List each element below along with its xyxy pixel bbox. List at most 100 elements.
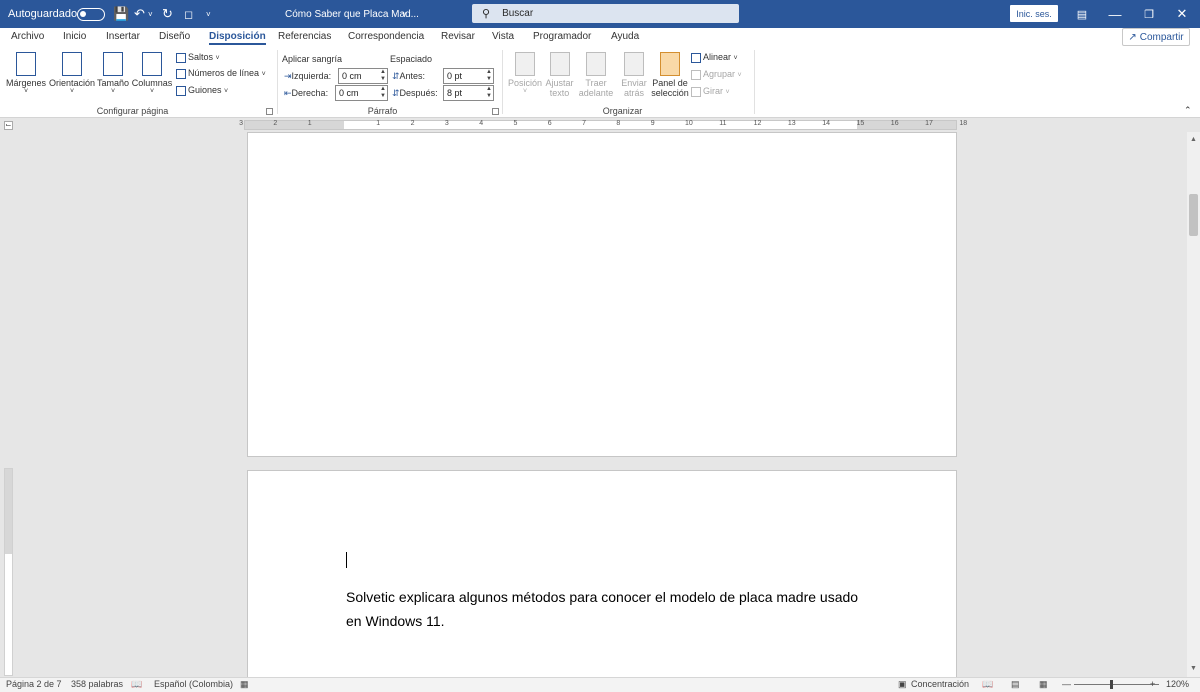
presentation-icon[interactable]: ◻: [184, 0, 193, 28]
print-layout-icon[interactable]: ▤: [1011, 679, 1020, 690]
indent-left-input[interactable]: 0 cm ▲ ▼: [338, 68, 388, 84]
spacing-before-input[interactable]: 0 pt ▲ ▼: [443, 68, 494, 84]
ruler-number: 18: [959, 120, 968, 127]
undo-icon[interactable]: ↶: [134, 0, 145, 28]
spinner-arrows-icon[interactable]: ▲ ▼: [380, 86, 386, 100]
focus-icon[interactable]: ▣: [898, 679, 907, 690]
undo-dropdown-icon[interactable]: ˅: [148, 0, 153, 28]
spacing-after-value: 8 pt: [447, 88, 463, 98]
spacing-after-input[interactable]: 8 pt ▲ ▼: [443, 85, 494, 101]
send-backward-button[interactable]: Enviar atrás: [617, 52, 651, 98]
tab-archivo[interactable]: Archivo: [11, 31, 44, 42]
restore-icon[interactable]: ❐: [1134, 0, 1164, 28]
margins-label: Márgenes: [6, 78, 47, 88]
document-paragraph[interactable]: Solvetic explicara algunos métodos para …: [346, 585, 876, 633]
breaks-button[interactable]: Saltos ˅: [176, 52, 220, 63]
chevron-down-icon: ˅: [733, 55, 738, 62]
tab-disposicion[interactable]: Disposición: [209, 31, 266, 45]
orientation-button[interactable]: Orientación ˅: [48, 52, 96, 95]
size-icon: [103, 52, 123, 76]
spacing-before-icon: ⇵: [392, 71, 400, 81]
wrap-text-label-1: Ajustar: [545, 78, 574, 88]
hyphenation-button[interactable]: Guiones ˅: [176, 85, 228, 96]
margins-button[interactable]: Márgenes ˅: [6, 52, 46, 95]
line-numbers-icon: [176, 68, 186, 79]
minimize-icon[interactable]: —: [1100, 0, 1130, 28]
focus-label[interactable]: Concentración: [911, 679, 969, 689]
vertical-scrollbar[interactable]: ▲ ▼: [1187, 132, 1200, 677]
bring-forward-button[interactable]: Traer adelante: [576, 52, 616, 98]
wrap-text-icon: [549, 52, 570, 76]
ruler-number: 2: [273, 120, 278, 127]
zoom-out-icon[interactable]: —: [1062, 679, 1071, 689]
tab-ayuda[interactable]: Ayuda: [611, 31, 639, 42]
autosave-toggle[interactable]: [77, 0, 105, 28]
ribbon-display-icon[interactable]: ▤: [1067, 0, 1097, 28]
accessibility-icon[interactable]: ▦: [240, 679, 249, 690]
columns-button[interactable]: Columnas ˅: [131, 52, 173, 95]
wrap-text-button[interactable]: Ajustar texto: [543, 52, 576, 98]
vertical-ruler[interactable]: [4, 468, 13, 676]
language-label[interactable]: Español (Colombia): [154, 679, 233, 689]
page-1[interactable]: [247, 132, 957, 457]
search-box[interactable]: ⚲ Buscar: [472, 4, 739, 23]
tab-referencias[interactable]: Referencias: [278, 31, 331, 42]
scroll-down-icon[interactable]: ▼: [1187, 663, 1200, 675]
scroll-up-icon[interactable]: ▲: [1187, 134, 1200, 146]
align-button[interactable]: Alinear ˅: [691, 52, 738, 63]
close-icon[interactable]: ✕: [1167, 0, 1197, 28]
ruler-number: 5: [513, 120, 518, 127]
size-label: Tamaño: [97, 78, 130, 88]
signin-button[interactable]: Inic. ses.: [1010, 5, 1058, 22]
scroll-thumb[interactable]: [1189, 194, 1198, 236]
vruler-margin-top: [5, 469, 12, 554]
tab-selector-icon[interactable]: ⌙: [4, 121, 13, 130]
zoom-slider-thumb[interactable]: [1110, 680, 1113, 689]
read-mode-icon[interactable]: 📖: [982, 679, 993, 690]
title-dropdown-icon[interactable]: ˅: [402, 0, 407, 28]
indent-right-input[interactable]: 0 cm ▲ ▼: [335, 85, 388, 101]
spinner-arrows-icon[interactable]: ▲ ▼: [380, 69, 386, 83]
spinner-arrows-icon[interactable]: ▲ ▼: [486, 86, 492, 100]
word-count[interactable]: 358 palabras: [71, 679, 123, 689]
share-button[interactable]: ↗ Compartir: [1122, 28, 1190, 46]
orientation-label: Orientación: [48, 78, 96, 88]
spinner-arrows-icon[interactable]: ▲ ▼: [486, 69, 492, 83]
collapse-ribbon-icon[interactable]: ⌃: [1184, 105, 1192, 116]
zoom-level[interactable]: 120%: [1166, 679, 1189, 689]
position-button[interactable]: Posición ˅: [506, 52, 544, 95]
page-2[interactable]: [247, 470, 957, 680]
zoom-slider[interactable]: [1074, 684, 1159, 685]
selection-pane-button[interactable]: Panel de selección: [651, 52, 689, 98]
tab-correspondencia[interactable]: Correspondencia: [348, 31, 424, 42]
group-icon: [691, 69, 701, 80]
tab-revisar[interactable]: Revisar: [441, 31, 475, 42]
proofing-icon[interactable]: 📖: [131, 679, 142, 690]
size-button[interactable]: Tamaño ˅: [97, 52, 129, 95]
tab-insertar[interactable]: Insertar: [106, 31, 140, 42]
ruler-number: 13: [787, 120, 796, 127]
group-button[interactable]: Agrupar ˅: [691, 69, 742, 80]
ruler-number: 14: [822, 120, 830, 127]
ruler-number: 10: [685, 120, 693, 127]
page-setup-launcher-icon[interactable]: [266, 108, 273, 115]
redo-icon[interactable]: ↻: [162, 0, 173, 28]
web-layout-icon[interactable]: ▦: [1039, 679, 1048, 690]
indent-right-label: ⇤Derecha:: [284, 88, 328, 99]
page-count[interactable]: Página 2 de 7: [6, 679, 62, 689]
line-numbers-button[interactable]: Números de línea ˅: [176, 68, 266, 79]
tab-vista[interactable]: Vista: [492, 31, 514, 42]
horizontal-ruler[interactable]: 3 2 1 1 2 3 4 5 6 7 8 9 10 11 12 13 14 15 16 17 18: [239, 120, 967, 130]
tab-diseno[interactable]: Diseño: [159, 31, 190, 42]
paragraph-launcher-icon[interactable]: [492, 108, 499, 115]
customize-toolbar-icon[interactable]: ˅: [206, 0, 211, 28]
tab-programador[interactable]: Programador: [533, 31, 591, 42]
chevron-down-icon: ˅: [149, 88, 155, 95]
zoom-in-icon[interactable]: +: [1150, 679, 1155, 689]
tab-inicio[interactable]: Inicio: [63, 31, 86, 42]
rotate-button[interactable]: Girar ˅: [691, 86, 730, 97]
ruler-margin-right: [857, 121, 956, 129]
send-backward-label-2: atrás: [623, 88, 644, 98]
ruler-margin-left: [245, 121, 344, 129]
save-icon[interactable]: 💾: [113, 0, 129, 28]
